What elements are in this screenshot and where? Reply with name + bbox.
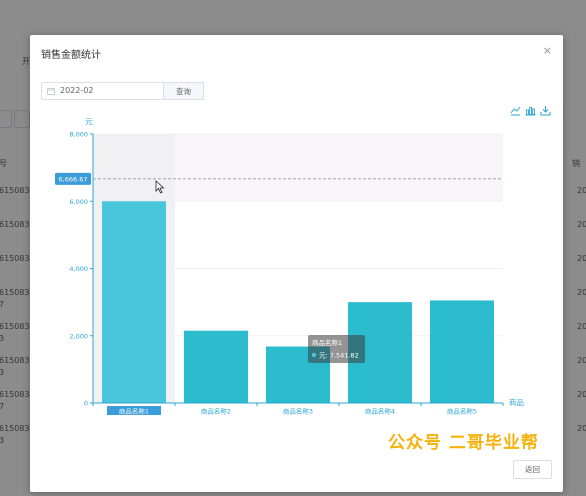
y-tick-label: 2,000 <box>69 332 88 340</box>
y-axis-name: 元 <box>85 117 93 126</box>
x-tick-label: 商品名称4 <box>365 407 395 416</box>
watermark-text: 公众号 二哥毕业帮 <box>388 433 539 453</box>
x-axis-name: 商品 <box>509 397 524 407</box>
x-tick-label: 商品名称3 <box>283 407 313 416</box>
y-tick-label: 6,000 <box>69 198 88 206</box>
return-button[interactable]: 返回 <box>513 460 552 479</box>
tooltip-series: 元: 7,541.82 <box>319 352 359 360</box>
x-tick-label: 商品名称2 <box>201 407 231 416</box>
axis-pointer-label: 6,666.67 <box>59 175 88 183</box>
tooltip-marker <box>311 352 317 358</box>
y-tick-label: 0 <box>84 400 88 408</box>
sales-amount-dialog: 销售金额统计 × 2022-02 查询 8,000 6,000 4,000 2,000… <box>30 35 563 492</box>
tooltip-title: 商品名称1 <box>312 338 342 347</box>
bar <box>102 201 166 403</box>
y-tick-label: 4,000 <box>69 265 88 273</box>
x-tick-label: 商品名称1 <box>119 407 149 416</box>
plot-background <box>175 134 503 202</box>
bar <box>430 300 494 403</box>
bar <box>184 330 248 403</box>
x-tick-label: 商品名称5 <box>447 407 477 416</box>
sales-bar-chart: 8,000 6,000 4,000 2,000 0 商品名称1 商品名称2 商品名称3 商品名称… <box>55 117 524 416</box>
y-tick-label: 8,000 <box>69 131 88 139</box>
